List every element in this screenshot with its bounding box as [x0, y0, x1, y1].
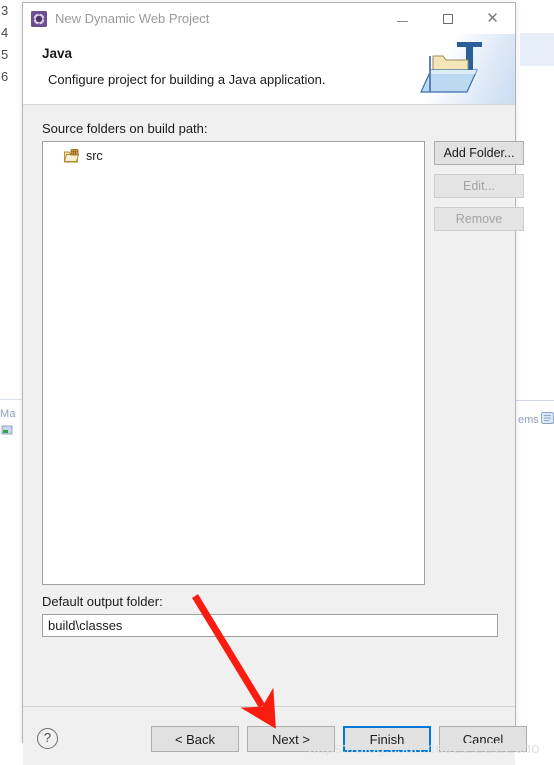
- default-output-folder-label: Default output folder:: [42, 594, 163, 609]
- background-left-view-tab[interactable]: Ma: [0, 408, 16, 420]
- wizard-description: Configure project for building a Java ap…: [48, 72, 326, 87]
- java-folder-banner-icon: [405, 34, 515, 104]
- minimize-button[interactable]: [380, 3, 425, 34]
- source-folders-label: Source folders on build path:: [42, 121, 208, 136]
- edit-button[interactable]: Edit...: [434, 174, 524, 198]
- source-folders-list[interactable]: src: [42, 141, 425, 585]
- watermark-text: https://blog.csdn.net/EEEEEEcho: [308, 740, 540, 757]
- maximize-icon: [442, 13, 453, 24]
- problems-view-icon: [541, 412, 554, 424]
- source-folder-actions: Add Folder... Edit... Remove: [434, 141, 524, 240]
- dialog-body: Source folders on build path: src Add Fo…: [23, 105, 524, 706]
- line-number: 4: [1, 25, 9, 40]
- back-button[interactable]: < Back: [151, 726, 239, 752]
- list-item[interactable]: src: [43, 146, 424, 166]
- add-folder-button[interactable]: Add Folder...: [434, 141, 524, 165]
- list-item-label: src: [86, 149, 103, 163]
- eclipse-icon: [31, 10, 47, 27]
- screenshot-root: 3 4 5 6 Ma ems New Dynamic Web Project ✕…: [0, 0, 554, 765]
- minimize-icon: [397, 21, 408, 22]
- close-button[interactable]: ✕: [470, 3, 515, 34]
- line-number: 6: [1, 69, 9, 84]
- line-number: 3: [1, 3, 9, 18]
- background-top-right-band: [520, 33, 554, 66]
- dialog-titlebar[interactable]: New Dynamic Web Project ✕: [23, 3, 515, 34]
- package-explorer-icon: [1, 425, 13, 435]
- wizard-banner: Java Configure project for building a Ja…: [23, 34, 515, 105]
- window-controls: ✕: [380, 3, 515, 34]
- dialog-title: New Dynamic Web Project: [55, 11, 210, 26]
- background-problems-tab[interactable]: ems: [518, 414, 539, 426]
- line-number: 5: [1, 47, 9, 62]
- background-left-divider: [0, 399, 22, 400]
- background-top-right-white: [520, 0, 554, 33]
- help-icon[interactable]: ?: [37, 728, 58, 749]
- editor-line-number-gutter: 3 4 5 6: [0, 0, 18, 390]
- new-dynamic-web-project-dialog: New Dynamic Web Project ✕ Java Configure…: [22, 2, 527, 765]
- default-output-folder-input[interactable]: [42, 614, 498, 637]
- maximize-button[interactable]: [425, 3, 470, 34]
- wizard-heading: Java: [42, 46, 73, 61]
- remove-button[interactable]: Remove: [434, 207, 524, 231]
- close-icon: ✕: [486, 10, 499, 27]
- source-folder-icon: [64, 149, 80, 163]
